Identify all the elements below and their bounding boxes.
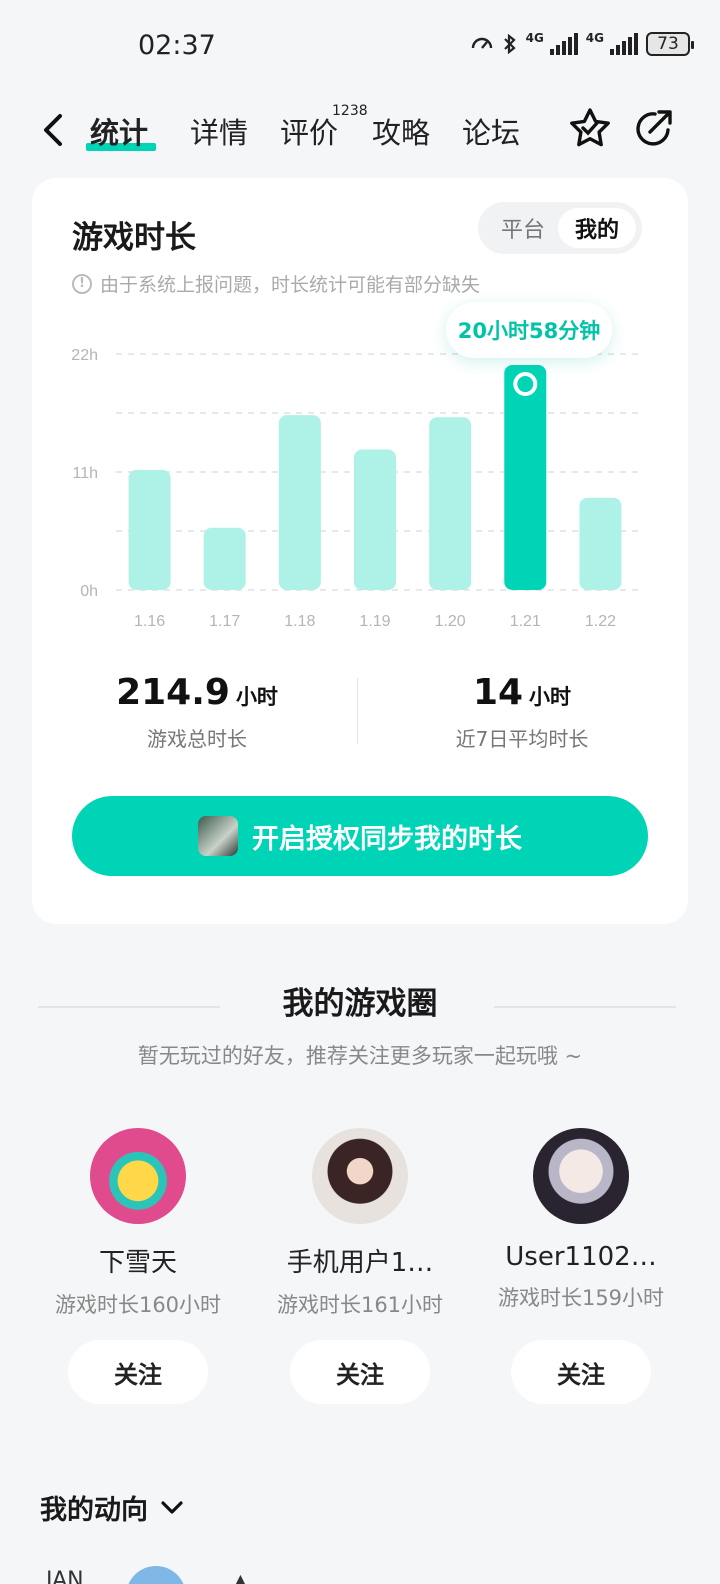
status-time: 02:37 bbox=[138, 30, 216, 61]
bar-tooltip: 20小时58分钟 bbox=[446, 302, 612, 358]
segment-mine[interactable]: 我的 bbox=[558, 208, 636, 248]
total-stat: 214.9 小时 游戏总时长 bbox=[37, 672, 357, 752]
sync-playtime-button[interactable]: 开启授权同步我的时长 bbox=[72, 796, 648, 876]
section-divider-right bbox=[494, 1006, 676, 1008]
activity-avatar bbox=[126, 1566, 186, 1584]
activity-header[interactable]: 我的动向 bbox=[40, 1488, 184, 1527]
tab-details[interactable]: 详情 bbox=[190, 110, 248, 152]
activity-month: JAN bbox=[46, 1568, 84, 1584]
x-tick-label: 1.17 bbox=[209, 613, 240, 630]
follow-button[interactable]: 关注 bbox=[68, 1340, 208, 1404]
friend-card[interactable]: User1102… 游戏时长159小时 bbox=[481, 1128, 681, 1312]
signal-icon-2 bbox=[610, 33, 638, 55]
follow-button[interactable]: 关注 bbox=[290, 1340, 430, 1404]
tab-reviews[interactable]: 评价 bbox=[280, 110, 338, 152]
friend-card[interactable]: 下雪天 游戏时长160小时 bbox=[38, 1128, 238, 1319]
friend-playtime: 游戏时长159小时 bbox=[497, 1286, 665, 1310]
tab-stats[interactable]: 统计 bbox=[90, 110, 148, 152]
activity-title: 我的动向 bbox=[40, 1495, 148, 1526]
chart-bar bbox=[203, 527, 246, 590]
x-tick-label: 1.21 bbox=[510, 613, 541, 630]
average-value: 14 bbox=[472, 672, 524, 713]
x-tick-label: 1.20 bbox=[435, 613, 466, 630]
total-unit: 小时 bbox=[235, 685, 278, 709]
average-unit: 小时 bbox=[529, 685, 572, 709]
chart-bar bbox=[128, 469, 171, 590]
sync-playtime-label: 开启授权同步我的时长 bbox=[252, 823, 522, 855]
game-app-icon bbox=[198, 816, 238, 856]
chart-bar bbox=[579, 497, 622, 590]
x-tick-label: 1.18 bbox=[284, 613, 315, 630]
segment-control: 平台 我的 bbox=[478, 202, 642, 254]
favorite-star-icon[interactable] bbox=[568, 106, 612, 150]
bluetooth-icon bbox=[503, 33, 516, 55]
game-circle-title: 我的游戏圈 bbox=[282, 986, 438, 1022]
average-stat: 14 小时 近7日平均时长 bbox=[362, 672, 682, 752]
y-tick-label: 11h bbox=[72, 465, 98, 482]
share-icon[interactable] bbox=[632, 106, 676, 150]
y-tick-label: 0h bbox=[80, 583, 98, 600]
x-tick-label: 1.19 bbox=[359, 613, 390, 630]
speedometer-icon bbox=[471, 37, 492, 49]
total-label: 游戏总时长 bbox=[147, 727, 247, 751]
friend-name: User1102… bbox=[505, 1242, 657, 1272]
network-type-1: 4G bbox=[525, 31, 544, 45]
friend-card[interactable]: 手机用户1… 游戏时长161小时 bbox=[260, 1128, 460, 1319]
notice-text: 由于系统上报问题，时长统计可能有部分缺失 bbox=[100, 274, 481, 296]
status-icons: 4G 4G 73 bbox=[470, 31, 694, 56]
avatar[interactable] bbox=[90, 1128, 186, 1224]
follow-button[interactable]: 关注 bbox=[511, 1340, 651, 1404]
back-icon[interactable] bbox=[38, 110, 68, 150]
average-label: 近7日平均时长 bbox=[455, 727, 589, 751]
friend-name: 下雪天 bbox=[98, 1248, 177, 1278]
activity-game-icon: ▲ bbox=[232, 1570, 249, 1584]
chart-bar bbox=[354, 449, 396, 590]
segment-platform[interactable]: 平台 bbox=[484, 208, 562, 248]
tab-forum[interactable]: 论坛 bbox=[462, 110, 520, 152]
signal-icon bbox=[549, 33, 578, 55]
chart-bar bbox=[278, 415, 321, 590]
stats-row: 214.9 小时 游戏总时长 14 小时 近7日平均时长 bbox=[32, 672, 688, 752]
x-tick-label: 1.22 bbox=[585, 613, 616, 630]
info-icon: ! bbox=[72, 273, 92, 294]
status-bar: 02:37 4G 4G 73 bbox=[0, 0, 720, 92]
avatar[interactable] bbox=[312, 1128, 408, 1224]
friend-playtime: 游戏时长160小时 bbox=[54, 1293, 222, 1317]
stats-divider bbox=[357, 678, 358, 744]
battery-icon: 73 bbox=[646, 32, 694, 56]
network-type-2: 4G bbox=[585, 31, 604, 45]
chevron-down-icon bbox=[161, 1500, 183, 1514]
card-title: 游戏时长 bbox=[72, 220, 196, 256]
top-nav: 统计 详情 评价 1238 攻略 论坛 bbox=[0, 100, 720, 160]
review-count-badge: 1238 bbox=[332, 103, 368, 119]
tab-guides[interactable]: 攻略 bbox=[372, 110, 430, 152]
x-tick-label: 1.16 bbox=[134, 613, 165, 630]
chart-bar bbox=[504, 365, 547, 590]
friend-playtime: 游戏时长161小时 bbox=[276, 1293, 444, 1317]
game-circle-subtitle: 暂无玩过的好友，推荐关注更多玩家一起玩哦 ~ bbox=[137, 1044, 583, 1068]
y-tick-label: 22h bbox=[71, 347, 98, 364]
chart-bar bbox=[429, 417, 472, 590]
total-value: 214.9 bbox=[116, 672, 230, 713]
data-notice: ! 由于系统上报问题，时长统计可能有部分缺失 bbox=[72, 270, 480, 297]
playtime-card: 游戏时长 平台 我的 ! 由于系统上报问题，时长统计可能有部分缺失 0h 11h 2… bbox=[32, 178, 688, 924]
friend-name: 手机用户1… bbox=[286, 1248, 434, 1278]
avatar[interactable] bbox=[533, 1128, 629, 1224]
